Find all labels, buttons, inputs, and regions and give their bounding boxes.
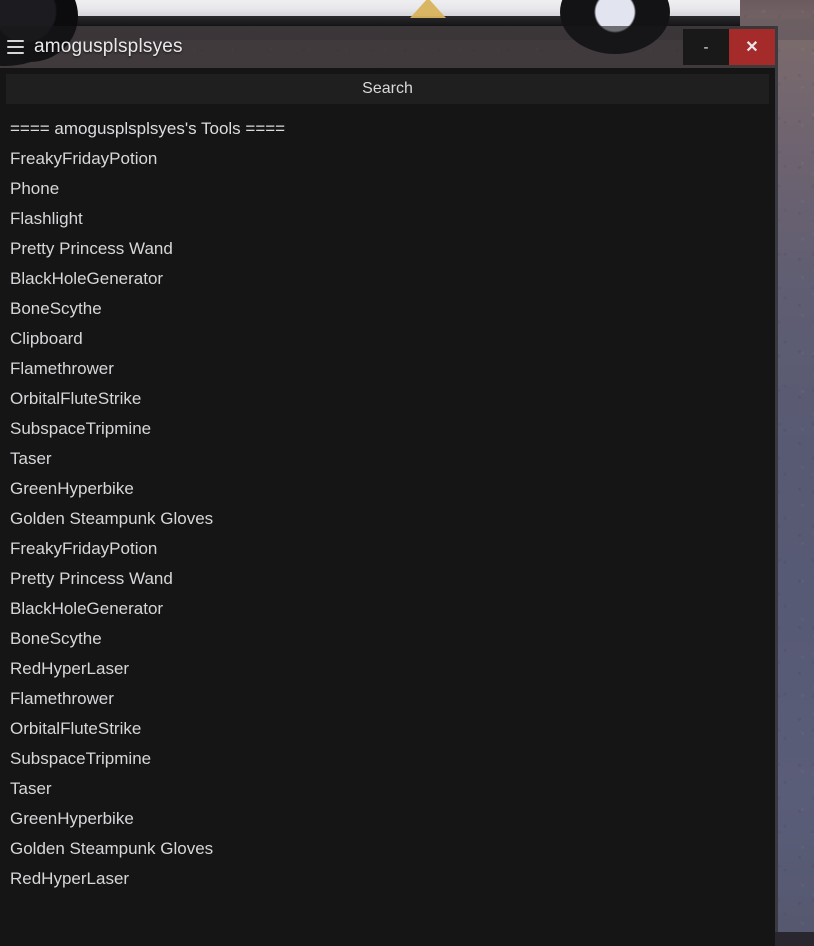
list-item[interactable]: Golden Steampunk Gloves: [10, 834, 775, 864]
list-item[interactable]: RedHyperLaser: [10, 864, 775, 894]
hamburger-icon[interactable]: [0, 26, 26, 68]
list-item[interactable]: Pretty Princess Wand: [10, 564, 775, 594]
list-item[interactable]: SubspaceTripmine: [10, 414, 775, 444]
list-item[interactable]: RedHyperLaser: [10, 654, 775, 684]
list-item[interactable]: SubspaceTripmine: [10, 744, 775, 774]
list-item[interactable]: BlackHoleGenerator: [10, 264, 775, 294]
hamburger-line-1: [7, 40, 24, 42]
list-item[interactable]: OrbitalFluteStrike: [10, 384, 775, 414]
search-input[interactable]: [6, 74, 769, 104]
list-item[interactable]: Golden Steampunk Gloves: [10, 504, 775, 534]
list-item[interactable]: Phone: [10, 174, 775, 204]
list-item[interactable]: Clipboard: [10, 324, 775, 354]
list-item[interactable]: Flashlight: [10, 204, 775, 234]
list-item[interactable]: Taser: [10, 774, 775, 804]
hamburger-line-3: [7, 52, 24, 54]
window-titlebar[interactable]: amogusplsplsyes - ✕: [0, 26, 775, 68]
list-item[interactable]: GreenHyperbike: [10, 474, 775, 504]
list-item[interactable]: Taser: [10, 444, 775, 474]
search-bar-container: [0, 68, 775, 108]
hamburger-line-2: [7, 46, 24, 48]
list-item[interactable]: FreakyFridayPotion: [10, 144, 775, 174]
list-item[interactable]: BoneScythe: [10, 624, 775, 654]
list-item[interactable]: OrbitalFluteStrike: [10, 714, 775, 744]
list-item[interactable]: Flamethrower: [10, 354, 775, 384]
list-item[interactable]: GreenHyperbike: [10, 804, 775, 834]
list-item[interactable]: BlackHoleGenerator: [10, 594, 775, 624]
tool-list[interactable]: ==== amogusplsplsyes's Tools ====FreakyF…: [0, 108, 775, 946]
list-item[interactable]: BoneScythe: [10, 294, 775, 324]
tool-list-header: ==== amogusplsplsyes's Tools ====: [10, 114, 775, 144]
minimize-button[interactable]: -: [683, 29, 729, 65]
tool-window: amogusplsplsyes - ✕ ==== amogusplsplsyes…: [0, 26, 778, 932]
list-item[interactable]: Flamethrower: [10, 684, 775, 714]
window-title: amogusplsplsyes: [34, 36, 183, 58]
close-button[interactable]: ✕: [729, 29, 775, 65]
list-item[interactable]: Pretty Princess Wand: [10, 234, 775, 264]
list-item[interactable]: FreakyFridayPotion: [10, 534, 775, 564]
